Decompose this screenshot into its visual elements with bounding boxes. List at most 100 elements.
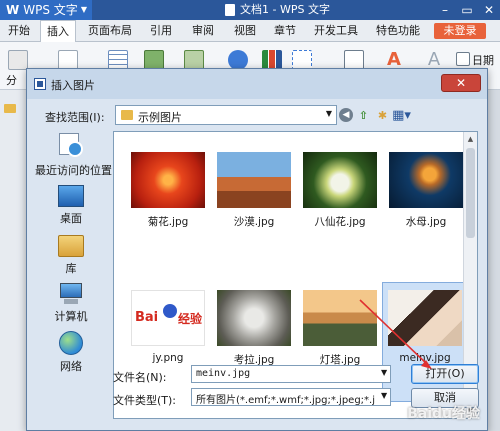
- dialog-close-button[interactable]: ✕: [441, 74, 481, 92]
- document-icon: [225, 4, 235, 16]
- file-item[interactable]: 菊花.jpg: [128, 152, 208, 229]
- file-item[interactable]: 考拉.jpg: [214, 290, 294, 367]
- blank-page-icon[interactable]: [58, 50, 78, 70]
- jellyfish-thumbnail: [389, 152, 463, 208]
- document-title-text: 文档1 - WPS 文字: [240, 3, 330, 16]
- date-icon[interactable]: [456, 52, 470, 66]
- chevron-down-icon: ▼: [80, 5, 87, 14]
- baidu-watermark: Baidu经验: [407, 406, 480, 422]
- picture-from-web-icon[interactable]: [184, 50, 204, 70]
- computer-icon: [58, 283, 84, 305]
- menu-developer-tools[interactable]: 开发工具: [314, 20, 358, 42]
- chart-icon[interactable]: [262, 50, 282, 70]
- place-label: 网络: [60, 360, 82, 373]
- place-libraries[interactable]: 库: [35, 235, 107, 276]
- network-icon: [59, 331, 83, 355]
- menu-special-features[interactable]: 特色功能: [376, 20, 420, 42]
- place-recent[interactable]: 最近访问的位置: [35, 133, 112, 178]
- new-folder-icon[interactable]: ✱: [374, 106, 391, 124]
- wordart-icon[interactable]: A: [384, 50, 404, 70]
- file-item[interactable]: Bai 经验 jy.png: [128, 290, 208, 364]
- ribbon-left-label: 分: [6, 74, 17, 87]
- open-button[interactable]: 打开(O): [411, 364, 479, 384]
- navigation-buttons: ◀ ⇧ ✱ ▦▾: [339, 106, 411, 124]
- textbox-icon[interactable]: [344, 50, 364, 70]
- place-computer[interactable]: 计算机: [35, 283, 107, 324]
- chevron-down-icon[interactable]: ▼: [381, 368, 387, 377]
- desert-thumbnail: [217, 152, 291, 208]
- recent-places-icon: [57, 133, 85, 159]
- close-window-icon[interactable]: ✕: [478, 0, 500, 20]
- file-name: 八仙花.jpg: [314, 216, 366, 228]
- menu-review[interactable]: 审阅: [192, 20, 214, 42]
- lighthouse-thumbnail: [303, 290, 377, 346]
- menu-bar: 开始 插入 页面布局 引用 审阅 视图 章节 开发工具 特色功能 未登录: [0, 20, 500, 42]
- file-item[interactable]: 沙漠.jpg: [214, 152, 294, 229]
- desktop-icon: [58, 185, 84, 207]
- look-in-label: 查找范围(I):: [45, 111, 105, 124]
- file-name: 菊花.jpg: [147, 216, 189, 228]
- folder-icon[interactable]: [4, 104, 16, 113]
- login-button[interactable]: 未登录: [434, 23, 486, 39]
- wps-left-panel: [0, 90, 28, 431]
- chrysanthemum-thumbnail: [131, 152, 205, 208]
- wps-w-icon: W: [6, 3, 20, 17]
- minimize-icon[interactable]: –: [434, 0, 456, 20]
- menu-page-layout[interactable]: 页面布局: [88, 20, 132, 42]
- file-name: 沙漠.jpg: [233, 216, 275, 228]
- place-label: 库: [65, 262, 77, 275]
- places-bar: 最近访问的位置 桌面 库 计算机 网络: [35, 131, 112, 425]
- wps-title-bar: W WPS 文字 ▼ 文档1 - WPS 文字 – ▭ ✕: [0, 0, 500, 20]
- screenshot-icon[interactable]: [292, 50, 312, 70]
- dialog-app-icon: [34, 78, 46, 90]
- menu-start[interactable]: 开始: [8, 20, 30, 42]
- document-title: 文档1 - WPS 文字: [225, 0, 330, 20]
- folder-icon: [121, 110, 133, 120]
- file-name-label: 文件名(N):: [113, 371, 167, 384]
- cover-page-icon[interactable]: [8, 50, 28, 70]
- menu-chapter[interactable]: 章节: [274, 20, 296, 42]
- baidu-jingyan-logo-thumbnail: Bai 经验: [131, 290, 205, 346]
- chevron-down-icon[interactable]: ▼: [381, 391, 387, 400]
- paw-icon: [163, 304, 177, 318]
- place-network[interactable]: 网络: [35, 331, 107, 374]
- place-label: 桌面: [60, 212, 82, 225]
- menu-references[interactable]: 引用: [150, 20, 172, 42]
- table-icon[interactable]: [108, 50, 128, 70]
- picture-icon[interactable]: [144, 50, 164, 70]
- dialog-title-bar[interactable]: 插入图片 ✕: [27, 69, 487, 99]
- file-name: 水母.jpg: [405, 216, 447, 228]
- file-type-label: 文件类型(T):: [113, 394, 177, 407]
- view-menu-icon[interactable]: ▦▾: [392, 106, 411, 124]
- hydrangeas-thumbnail: [303, 152, 377, 208]
- menu-insert[interactable]: 插入: [40, 20, 76, 42]
- symbol-icon[interactable]: A: [424, 50, 444, 70]
- logo-text-bai: Bai: [135, 310, 159, 325]
- file-item[interactable]: 八仙花.jpg: [300, 152, 380, 229]
- maximize-icon[interactable]: ▭: [456, 0, 478, 20]
- place-label: 计算机: [54, 310, 88, 323]
- shapes-icon[interactable]: [228, 50, 248, 70]
- chevron-down-icon[interactable]: ▼: [326, 109, 332, 118]
- file-type-select[interactable]: 所有图片(*.emf;*.wmf;*.jpg;*.jpeg;*.j: [191, 388, 391, 406]
- file-item[interactable]: 水母.jpg: [386, 152, 466, 229]
- file-item[interactable]: 灯塔.jpg: [300, 290, 380, 367]
- back-icon[interactable]: ◀: [339, 108, 353, 122]
- dialog-title: 插入图片: [51, 79, 95, 92]
- file-item-selected[interactable]: meinv.jpg: [382, 282, 468, 402]
- menu-view[interactable]: 视图: [234, 20, 256, 42]
- wps-app-name: WPS 文字: [23, 3, 78, 17]
- date-label[interactable]: 日期: [472, 52, 494, 68]
- portrait-thumbnail: [388, 290, 462, 346]
- scrollbar-thumb[interactable]: [466, 148, 475, 238]
- up-one-level-icon[interactable]: ⇧: [355, 106, 372, 124]
- file-name: jy.png: [152, 352, 184, 364]
- place-desktop[interactable]: 桌面: [35, 185, 107, 226]
- scroll-up-icon[interactable]: ▲: [464, 132, 477, 146]
- wps-app-menu-button[interactable]: W WPS 文字 ▼: [0, 0, 92, 20]
- logo-text-jingyan: 经验: [178, 312, 203, 326]
- file-name-input[interactable]: meinv.jpg: [191, 365, 391, 383]
- place-label: 最近访问的位置: [35, 164, 112, 177]
- wps-right-panel: [486, 90, 500, 431]
- look-in-dropdown[interactable]: 示例图片 ▼: [115, 105, 337, 125]
